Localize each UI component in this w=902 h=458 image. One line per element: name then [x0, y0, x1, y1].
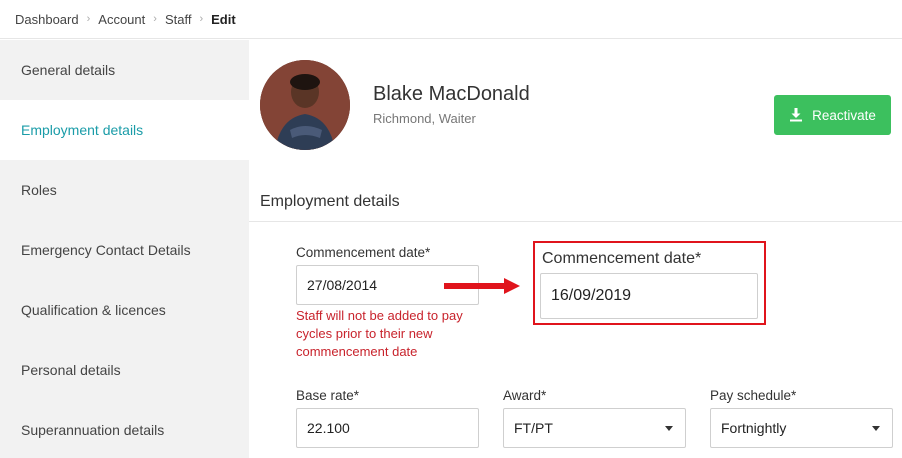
award-label: Award*: [503, 388, 547, 403]
download-icon: [790, 108, 803, 122]
breadcrumb-account[interactable]: Account: [98, 12, 145, 27]
pay-schedule-select[interactable]: Fortnightly: [710, 408, 893, 448]
reactivate-button[interactable]: Reactivate: [774, 95, 891, 135]
sidebar: General details Employment details Roles…: [0, 40, 249, 458]
chevron-right-icon: ›: [153, 13, 157, 25]
breadcrumb-staff[interactable]: Staff: [165, 12, 192, 27]
award-select[interactable]: FT/PT: [503, 408, 686, 448]
sidebar-item-roles[interactable]: Roles: [0, 160, 249, 220]
new-commencement-date-value: 16/09/2019: [551, 287, 632, 304]
divider: [249, 221, 902, 222]
section-title: Employment details: [260, 193, 400, 210]
pay-schedule-value: Fortnightly: [721, 420, 787, 436]
sidebar-item-label: Superannuation details: [21, 422, 165, 438]
new-commencement-date-label: Commencement date*: [542, 250, 702, 267]
breadcrumb-current: Edit: [211, 11, 236, 27]
sidebar-item-employment-details[interactable]: Employment details: [0, 100, 249, 160]
avatar: [260, 60, 350, 150]
award-value: FT/PT: [514, 420, 553, 436]
sidebar-item-personal-details[interactable]: Personal details: [0, 340, 249, 400]
commencement-warning: Staff will not be added to pay cycles pr…: [296, 308, 463, 359]
commencement-date-value: 27/08/2014: [307, 277, 378, 293]
sidebar-item-emergency-contact[interactable]: Emergency Contact Details: [0, 220, 249, 280]
commencement-date-label: Commencement date*: [296, 245, 431, 260]
staff-name: Blake MacDonald: [373, 83, 530, 105]
base-rate-value: 22.100: [307, 420, 350, 436]
caret-down-icon: [665, 425, 673, 431]
sidebar-item-qualification[interactable]: Qualification & licences: [0, 280, 249, 340]
base-rate-input[interactable]: 22.100: [296, 408, 479, 448]
sidebar-item-label: Personal details: [21, 362, 121, 378]
sidebar-item-label: General details: [21, 62, 116, 78]
sidebar-item-general-details[interactable]: General details: [0, 40, 249, 100]
breadcrumb-dashboard[interactable]: Dashboard: [15, 12, 79, 27]
pay-schedule-label: Pay schedule*: [710, 388, 797, 403]
sidebar-item-superannuation[interactable]: Superannuation details: [0, 400, 249, 458]
staff-subtitle: Richmond, Waiter: [373, 111, 476, 126]
base-rate-label: Base rate*: [296, 388, 360, 403]
chevron-right-icon: ›: [199, 13, 204, 25]
arrow-right-icon: [444, 278, 520, 294]
main-content: Blake MacDonald Richmond, Waiter Reactiv…: [249, 40, 902, 458]
highlight-box: Commencement date* 16/09/2019: [533, 241, 766, 325]
sidebar-item-label: Emergency Contact Details: [21, 242, 191, 258]
sidebar-item-label: Employment details: [21, 122, 144, 138]
chevron-right-icon: ›: [86, 13, 91, 25]
breadcrumb: Dashboard › Account › Staff › Edit: [0, 0, 902, 39]
new-commencement-date-input[interactable]: 16/09/2019: [540, 273, 758, 319]
reactivate-label: Reactivate: [812, 107, 876, 123]
caret-down-icon: [872, 425, 880, 431]
sidebar-item-label: Qualification & licences: [21, 302, 166, 318]
sidebar-item-label: Roles: [21, 182, 57, 198]
